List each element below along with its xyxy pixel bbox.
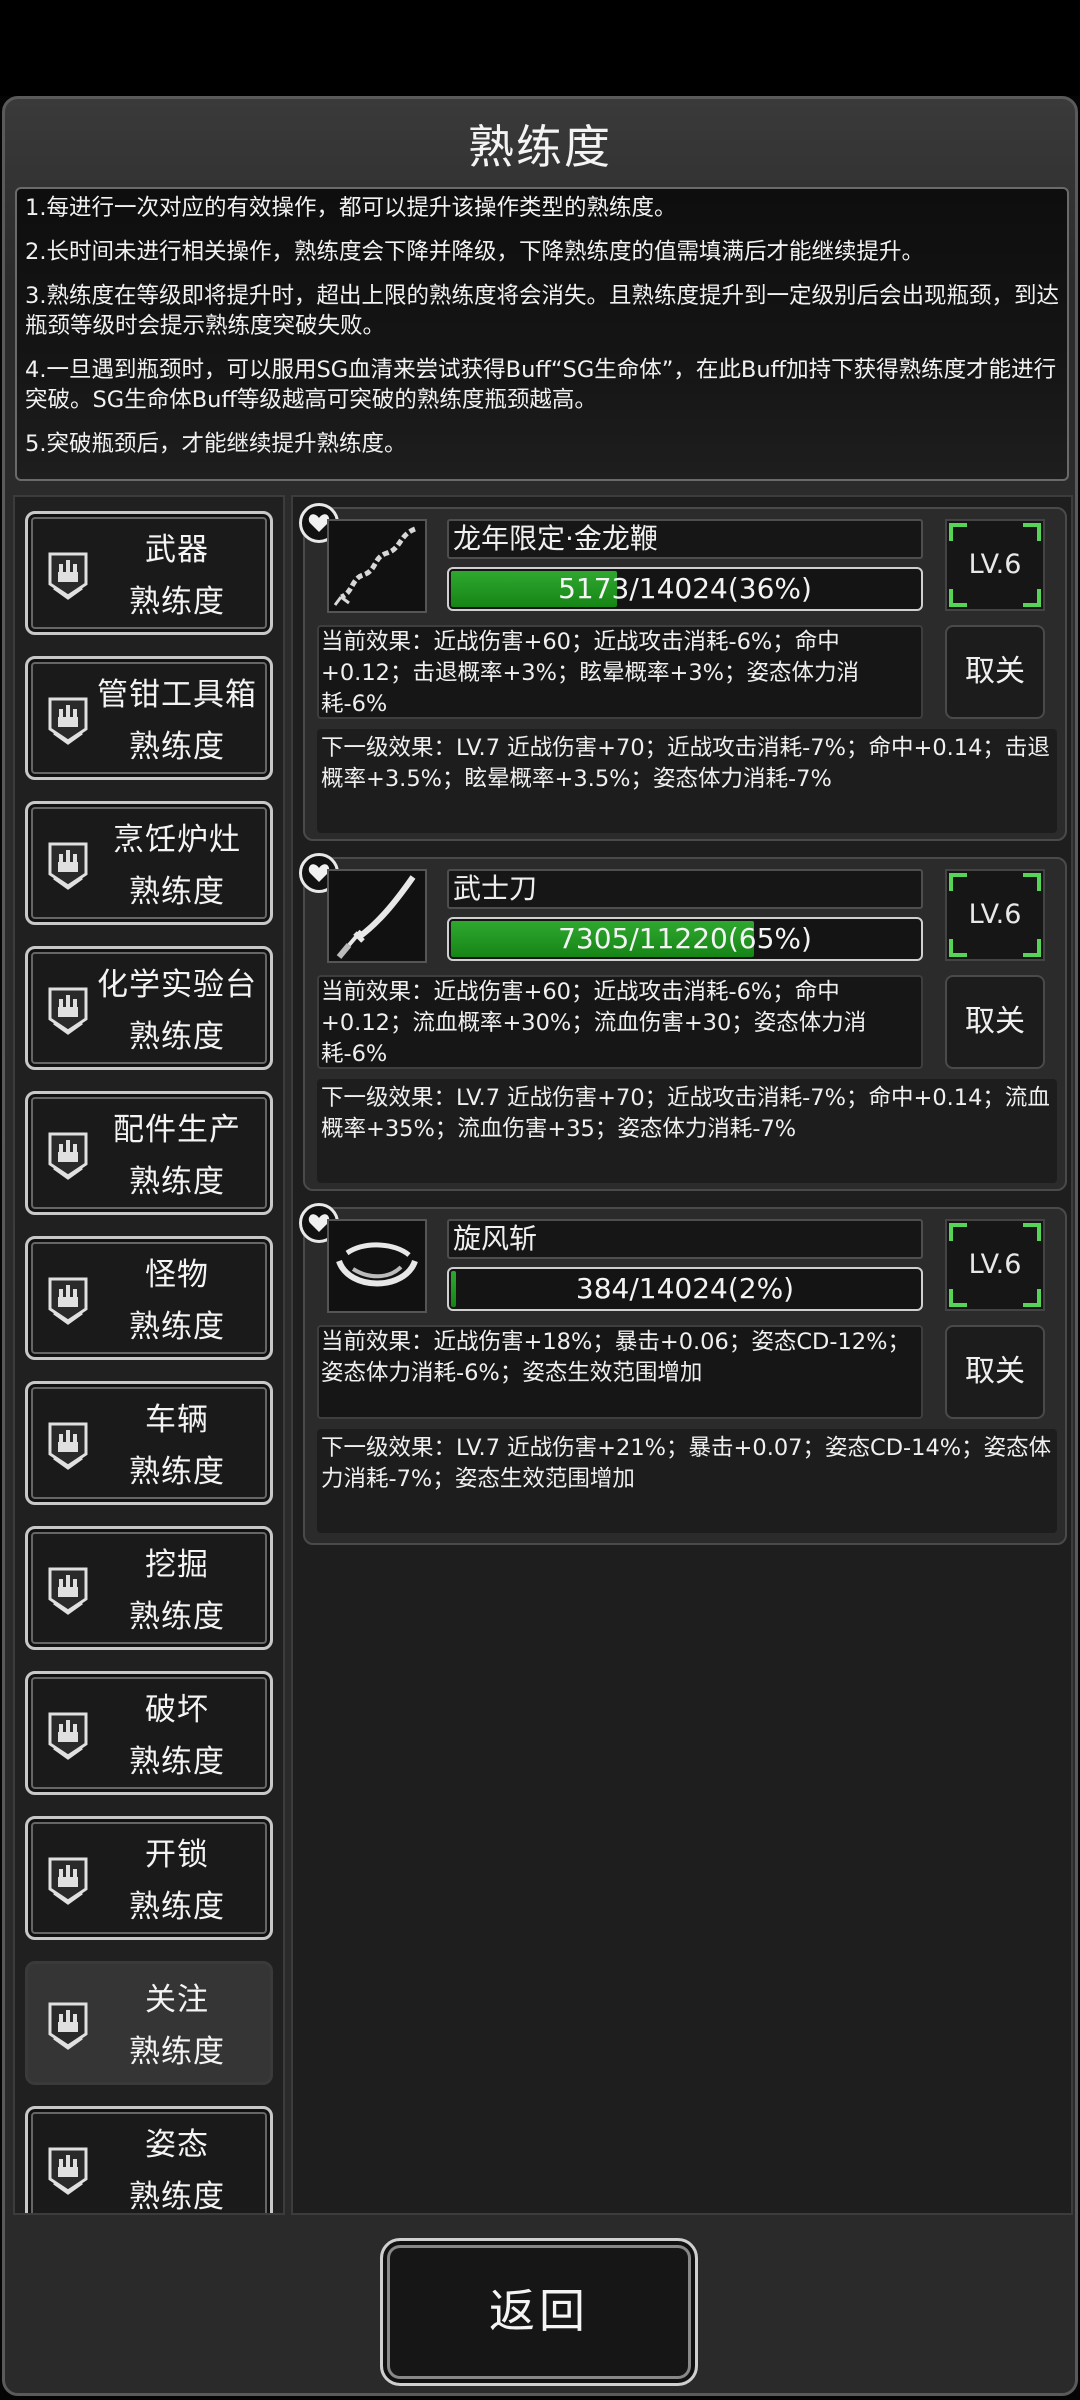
rule-1: 1.每进行一次对应的有效操作，都可以提升该操作类型的熟练度。 bbox=[25, 195, 677, 221]
category-subtitle: 熟练度 bbox=[129, 1599, 225, 1635]
category-subtitle: 熟练度 bbox=[129, 1744, 225, 1780]
progress-text: 5173/14024(36%) bbox=[558, 572, 812, 605]
rule-3: 3.熟练度在等级即将提升时，超出上限的熟练度将会消失。且熟练度提升到一定级别后会… bbox=[25, 283, 1059, 339]
rule-4: 4.一旦遇到瓶颈时，可以服用SG血清来尝试获得Buff“SG生命体”，在此Buf… bbox=[25, 357, 1057, 413]
category-name: 开锁 bbox=[145, 1837, 209, 1873]
category-tab[interactable]: 武器 熟练度 bbox=[25, 511, 273, 635]
proficiency-card: 龙年限定·金龙鞭 5173/14024(36%) LV.6 当前效果：近战伤害+60；… bbox=[299, 503, 1067, 841]
current-effect: 当前效果：近战伤害+18%；暴击+0.06；姿态CD-12%；姿态体力消耗-6%… bbox=[317, 1325, 923, 1419]
proficiency-card: 武士刀 7305/11220(65%) LV.6 当前效果：近战伤害+60；近战攻击消… bbox=[299, 853, 1067, 1191]
category-tab[interactable]: 破坏 熟练度 bbox=[25, 1671, 273, 1795]
category-subtitle: 熟练度 bbox=[129, 1019, 225, 1055]
category-tab[interactable]: 开锁 熟练度 bbox=[25, 1816, 273, 1940]
category-subtitle: 熟练度 bbox=[129, 1454, 225, 1490]
next-level-effect: 下一级效果：LV.7 近战伤害+21%；暴击+0.07；姿态CD-14%；姿态体… bbox=[317, 1429, 1057, 1533]
category-tab[interactable]: 姿态 熟练度 bbox=[25, 2106, 273, 2215]
rules-box: 1.每进行一次对应的有效操作，都可以提升该操作类型的熟练度。 2.长时间未进行相… bbox=[15, 187, 1069, 481]
category-tab[interactable]: 挖掘 熟练度 bbox=[25, 1526, 273, 1650]
level-badge: LV.6 bbox=[945, 869, 1045, 961]
status-bar-area bbox=[0, 0, 1080, 96]
unfollow-button[interactable]: 取关 bbox=[945, 1325, 1045, 1419]
category-sidebar[interactable]: 武器 熟练度 管钳工具箱 熟练度 烹饪炉灶 熟练度 化学实验台 熟练度 配件生产 熟练度 怪物 熟练度… bbox=[13, 495, 285, 2215]
category-name: 管钳工具箱 bbox=[97, 677, 257, 713]
category-name: 配件生产 bbox=[113, 1112, 241, 1148]
category-tab[interactable]: 化学实验台 熟练度 bbox=[25, 946, 273, 1070]
next-level-effect: 下一级效果：LV.7 近战伤害+70；近战攻击消耗-7%；命中+0.14；击退概… bbox=[317, 729, 1057, 833]
item-name: 武士刀 bbox=[447, 869, 923, 909]
category-name: 化学实验台 bbox=[97, 967, 257, 1003]
rule-2: 2.长时间未进行相关操作，熟练度会下降并降级，下降熟练度的值需填满后才能继续提升… bbox=[25, 239, 924, 265]
category-name: 武器 bbox=[145, 532, 209, 568]
proficiency-panel: 熟练度 1.每进行一次对应的有效操作，都可以提升该操作类型的熟练度。 2.长时间… bbox=[2, 96, 1078, 2396]
current-effect: 当前效果：近战伤害+60；近战攻击消耗-6%；命中+0.12；流血概率+30%；… bbox=[317, 975, 923, 1069]
rule-5: 5.突破瓶颈后，才能继续提升熟练度。 bbox=[25, 431, 407, 457]
category-name: 挖掘 bbox=[145, 1547, 209, 1583]
item-name: 龙年限定·金龙鞭 bbox=[447, 519, 923, 559]
category-tab[interactable]: 配件生产 熟练度 bbox=[25, 1091, 273, 1215]
category-name: 姿态 bbox=[145, 2127, 209, 2163]
category-subtitle: 熟练度 bbox=[129, 1889, 225, 1925]
category-name: 怪物 bbox=[145, 1257, 209, 1293]
back-button[interactable]: 返回 bbox=[380, 2238, 698, 2386]
page-title: 熟练度 bbox=[468, 120, 612, 174]
category-subtitle: 熟练度 bbox=[129, 874, 225, 910]
progress-bar: 7305/11220(65%) bbox=[447, 917, 923, 961]
level-badge: LV.6 bbox=[945, 1219, 1045, 1311]
category-subtitle: 熟练度 bbox=[129, 2179, 225, 2215]
category-name: 关注 bbox=[145, 1982, 209, 2018]
progress-text: 384/14024(2%) bbox=[575, 1272, 795, 1305]
category-tab[interactable]: 关注 熟练度 bbox=[25, 1961, 273, 2085]
category-name: 车辆 bbox=[145, 1402, 209, 1438]
category-tab[interactable]: 烹饪炉灶 熟练度 bbox=[25, 801, 273, 925]
next-level-effect: 下一级效果：LV.7 近战伤害+70；近战攻击消耗-7%；命中+0.14；流血概… bbox=[317, 1079, 1057, 1183]
current-effect: 当前效果：近战伤害+60；近战攻击消耗-6%；命中+0.12；击退概率+3%；眩… bbox=[317, 625, 923, 719]
category-tab[interactable]: 管钳工具箱 熟练度 bbox=[25, 656, 273, 780]
unfollow-button[interactable]: 取关 bbox=[945, 625, 1045, 719]
progress-bar: 384/14024(2%) bbox=[447, 1267, 923, 1311]
category-subtitle: 熟练度 bbox=[129, 2034, 225, 2070]
category-subtitle: 熟练度 bbox=[129, 1164, 225, 1200]
whip-icon bbox=[327, 519, 427, 613]
category-subtitle: 熟练度 bbox=[129, 1309, 225, 1345]
category-name: 破坏 bbox=[145, 1692, 209, 1728]
level-text: LV.6 bbox=[968, 1249, 1022, 1280]
category-tab[interactable]: 怪物 熟练度 bbox=[25, 1236, 273, 1360]
katana-icon bbox=[327, 869, 427, 963]
progress-bar: 5173/14024(36%) bbox=[447, 567, 923, 611]
level-text: LV.6 bbox=[968, 549, 1022, 580]
category-subtitle: 熟练度 bbox=[129, 584, 225, 620]
level-text: LV.6 bbox=[968, 899, 1022, 930]
item-name: 旋风斩 bbox=[447, 1219, 923, 1259]
item-list[interactable]: 龙年限定·金龙鞭 5173/14024(36%) LV.6 当前效果：近战伤害+60；… bbox=[291, 495, 1073, 2215]
whirlwind-icon bbox=[327, 1219, 427, 1313]
progress-text: 7305/11220(65%) bbox=[558, 922, 812, 955]
proficiency-card: 旋风斩 384/14024(2%) LV.6 当前效果：近战伤害+18%；暴击+0.0… bbox=[299, 1203, 1067, 1545]
category-subtitle: 熟练度 bbox=[129, 729, 225, 765]
category-tab[interactable]: 车辆 熟练度 bbox=[25, 1381, 273, 1505]
unfollow-button[interactable]: 取关 bbox=[945, 975, 1045, 1069]
level-badge: LV.6 bbox=[945, 519, 1045, 611]
category-name: 烹饪炉灶 bbox=[113, 822, 241, 858]
